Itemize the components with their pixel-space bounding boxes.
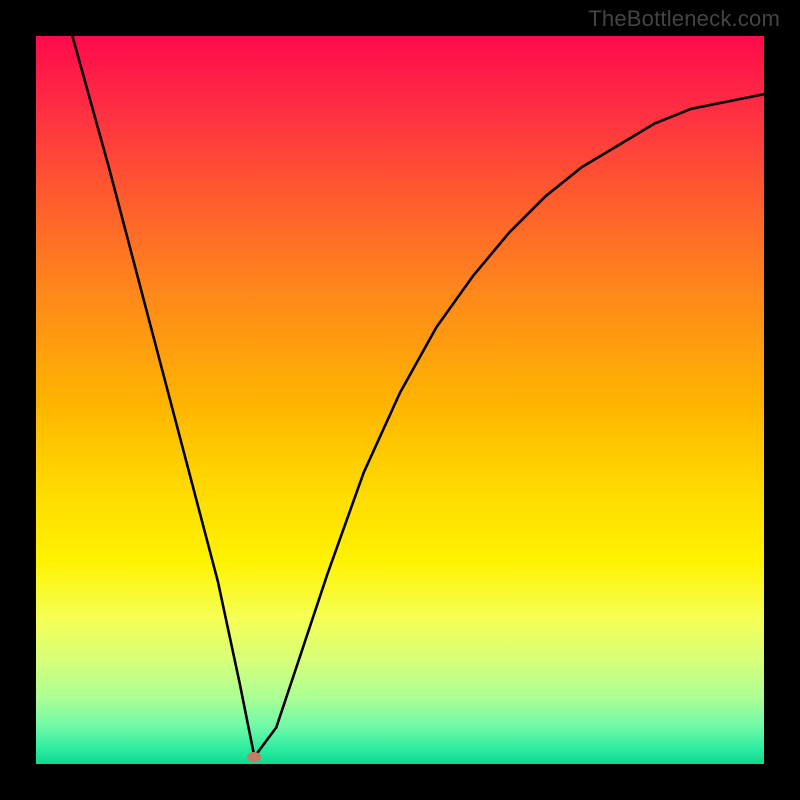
optimum-marker bbox=[247, 752, 261, 762]
plot-area bbox=[36, 36, 764, 764]
bottleneck-curve bbox=[72, 36, 764, 757]
attribution-text: TheBottleneck.com bbox=[588, 6, 780, 32]
chart-frame: TheBottleneck.com bbox=[0, 0, 800, 800]
curve-layer bbox=[36, 36, 764, 764]
